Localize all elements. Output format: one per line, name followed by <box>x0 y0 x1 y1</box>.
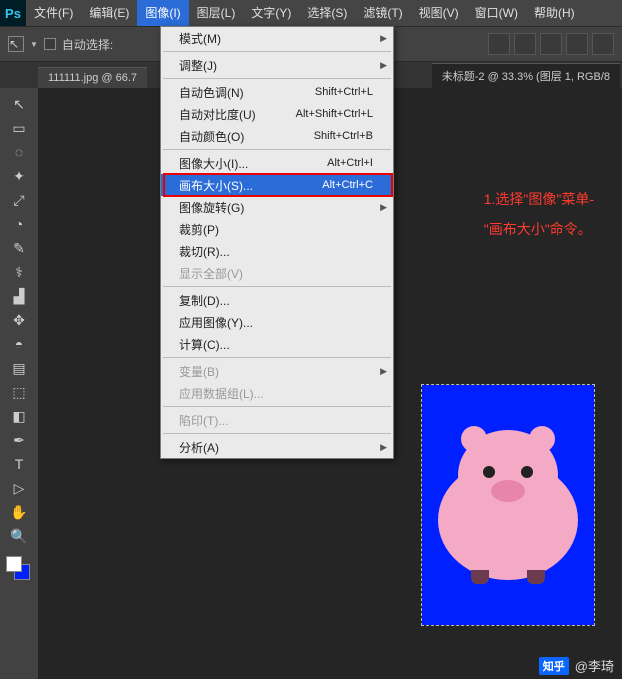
tool-button[interactable]: ◔ <box>7 212 31 236</box>
menu-shortcut: Alt+Shift+Ctrl+L <box>296 108 373 120</box>
menu-item[interactable]: 编辑(E) <box>81 0 137 26</box>
menu-command-label: 变量(B) <box>179 363 219 380</box>
menu-command[interactable]: 图像大小(I)... Alt+Ctrl+I <box>161 152 393 174</box>
menu-bar: Ps 文件(F)编辑(E)图像(I)图层(L)文字(Y)选择(S)滤镜(T)视图… <box>0 0 622 26</box>
tool-button[interactable]: ⤢ <box>7 188 31 212</box>
menu-command[interactable]: 画布大小(S)... Alt+Ctrl+C <box>161 174 393 196</box>
menu-command[interactable]: 计算(C)... <box>161 333 393 355</box>
annotation-text: 1.选择"图像"菜单- "画布大小"命令。 <box>484 188 594 240</box>
menu-command: 变量(B) <box>161 360 393 382</box>
align-icon[interactable] <box>540 33 562 55</box>
menu-command[interactable]: 应用图像(Y)... <box>161 311 393 333</box>
image-menu-dropdown: 模式(M) 调整(J) 自动色调(N) Shift+Ctrl+L 自动对比度(U) Alt… <box>160 26 394 459</box>
app-logo: Ps <box>0 0 26 26</box>
tool-button[interactable]: ▭ <box>7 116 31 140</box>
menu-command-label: 图像大小(I)... <box>179 155 248 172</box>
document-canvas[interactable] <box>422 385 594 625</box>
menu-command[interactable]: 复制(D)... <box>161 289 393 311</box>
tool-button[interactable]: ⬚ <box>7 380 31 404</box>
menu-item[interactable]: 帮助(H) <box>526 0 583 26</box>
menu-command[interactable]: 调整(J) <box>161 54 393 76</box>
menu-item[interactable]: 文字(Y) <box>243 0 299 26</box>
tool-button[interactable]: ✎ <box>7 236 31 260</box>
tool-button[interactable]: ◓ <box>7 332 31 356</box>
menu-command-label: 复制(D)... <box>179 292 230 309</box>
menu-command[interactable]: 分析(A) <box>161 436 393 458</box>
document-tab[interactable]: 未标题-2 @ 33.3% (图层 1, RGB/8 <box>432 63 620 88</box>
menu-command-label: 调整(J) <box>179 57 217 74</box>
tool-button[interactable]: ✥ <box>7 308 31 332</box>
tool-button[interactable]: ◧ <box>7 404 31 428</box>
menu-command-label: 计算(C)... <box>179 336 230 353</box>
menu-item[interactable]: 文件(F) <box>26 0 81 26</box>
menu-command[interactable]: 模式(M) <box>161 27 393 49</box>
menu-command-label: 自动色调(N) <box>179 84 244 101</box>
tools-panel: ↖▭◌✦⤢◔✎⚕▟✥◓▤⬚◧✒T▷✋🔍 <box>0 88 38 679</box>
credit-line: 知乎 @李琦 <box>539 656 614 675</box>
tool-button[interactable]: ✋ <box>7 500 31 524</box>
menu-command[interactable]: 自动颜色(O) Shift+Ctrl+B <box>161 125 393 147</box>
menu-command[interactable]: 自动色调(N) Shift+Ctrl+L <box>161 81 393 103</box>
tool-button[interactable]: ◌ <box>7 140 31 164</box>
align-icon[interactable] <box>488 33 510 55</box>
tool-button[interactable]: T <box>7 452 31 476</box>
menu-shortcut: Alt+Ctrl+C <box>322 179 373 191</box>
color-swatches[interactable] <box>6 556 32 582</box>
menu-command: 显示全部(V) <box>161 262 393 284</box>
author-label: @李琦 <box>575 656 614 675</box>
menu-command-label: 自动对比度(U) <box>179 106 256 123</box>
tool-button[interactable]: ▟ <box>7 284 31 308</box>
menu-command-label: 裁剪(P) <box>179 221 219 238</box>
menu-shortcut: Alt+Ctrl+I <box>327 157 373 169</box>
document-tab[interactable]: 111111.jpg @ 66.7 <box>38 67 147 88</box>
align-icon[interactable] <box>592 33 614 55</box>
menu-shortcut: Shift+Ctrl+B <box>314 130 373 142</box>
menu-command[interactable]: 裁剪(P) <box>161 218 393 240</box>
menu-item[interactable]: 图层(L) <box>189 0 244 26</box>
menu-command[interactable]: 裁切(R)... <box>161 240 393 262</box>
menu-command-label: 应用图像(Y)... <box>179 314 253 331</box>
tool-button[interactable]: 🔍 <box>7 524 31 548</box>
menu-item[interactable]: 图像(I) <box>137 0 188 26</box>
menu-command-label: 自动颜色(O) <box>179 128 244 145</box>
align-icon[interactable] <box>566 33 588 55</box>
move-tool-icon[interactable]: ↖ <box>8 36 24 52</box>
menu-item[interactable]: 视图(V) <box>411 0 467 26</box>
menu-command-label: 显示全部(V) <box>179 265 243 282</box>
zhihu-badge: 知乎 <box>539 657 569 675</box>
menu-command-label: 画布大小(S)... <box>179 177 253 194</box>
tool-button[interactable]: ✒ <box>7 428 31 452</box>
menu-command: 陷印(T)... <box>161 409 393 431</box>
foreground-swatch[interactable] <box>6 556 22 572</box>
tool-button[interactable]: ↖ <box>7 92 31 116</box>
menu-command-label: 图像旋转(G) <box>179 199 244 216</box>
tool-button[interactable]: ▤ <box>7 356 31 380</box>
menu-command-label: 陷印(T)... <box>179 412 228 429</box>
align-icon[interactable] <box>514 33 536 55</box>
tool-button[interactable]: ▷ <box>7 476 31 500</box>
auto-select-label: 自动选择: <box>62 36 113 53</box>
menu-item[interactable]: 窗口(W) <box>467 0 526 26</box>
tool-preset-chevron-icon[interactable]: ▼ <box>30 40 38 49</box>
menu-command-label: 裁切(R)... <box>179 243 230 260</box>
menu-item[interactable]: 选择(S) <box>299 0 355 26</box>
menu-command-label: 模式(M) <box>179 30 221 47</box>
menu-command[interactable]: 自动对比度(U) Alt+Shift+Ctrl+L <box>161 103 393 125</box>
menu-command[interactable]: 图像旋转(G) <box>161 196 393 218</box>
menu-command-label: 分析(A) <box>179 439 219 456</box>
tool-button[interactable]: ⚕ <box>7 260 31 284</box>
tool-button[interactable]: ✦ <box>7 164 31 188</box>
pig-image <box>433 430 583 580</box>
menu-shortcut: Shift+Ctrl+L <box>315 86 373 98</box>
auto-select-checkbox[interactable] <box>44 38 56 50</box>
menu-command: 应用数据组(L)... <box>161 382 393 404</box>
menu-command-label: 应用数据组(L)... <box>179 385 264 402</box>
menu-item[interactable]: 滤镜(T) <box>355 0 410 26</box>
